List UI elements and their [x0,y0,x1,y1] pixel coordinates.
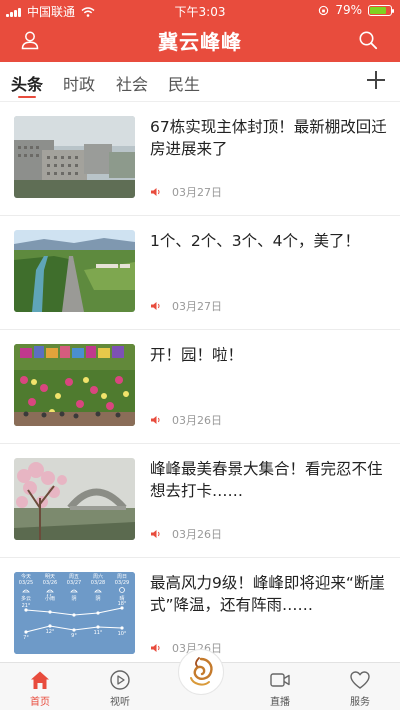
wx-high: 18° [118,601,127,607]
wx-day: 今天 [21,573,31,580]
news-item[interactable]: 开！园！啦！ 03月26日 [0,330,400,444]
search-icon[interactable] [358,30,378,50]
news-list: 67栋实现主体封顶！最新棚改回迁房进展来了 03月27日 1个、2个、3个、4个… [0,102,400,662]
tab-livelihood[interactable]: 民生 [168,71,200,95]
app-logo-icon [190,657,213,686]
heart-icon [350,671,370,689]
battery-percent: 79% [335,3,362,17]
bottom-tab-bar: 首页 视听 直播 服务 [0,649,400,710]
play-circle-icon [110,670,130,690]
news-item[interactable]: 峰峰最美春景大集合！看完忍不住想去打卡…… 03月26日 [0,444,400,558]
wx-high: 21° [22,603,31,609]
bottom-tab-media[interactable]: 视听 [90,667,150,708]
active-tab-indicator [18,96,36,98]
news-date: 03月27日 [172,186,222,199]
news-thumbnail[interactable] [14,116,135,198]
news-thumbnail[interactable] [14,230,135,312]
center-logo-button[interactable] [178,649,224,695]
video-camera-icon [270,673,290,687]
speaker-icon[interactable] [150,415,162,425]
valley-road-image [14,230,135,312]
wx-condition: 多云 [21,595,31,602]
wx-day: 周六 [93,573,103,580]
news-meta: 03月27日 [150,184,222,200]
bottom-tab-label: 服务 [350,697,370,708]
news-item[interactable]: 今天 明天 周五 周六 周日 03/25 03/26 03/27 03/28 0… [0,558,400,662]
flower-garden-image [14,344,135,426]
battery-icon [368,4,394,16]
speaker-icon[interactable] [150,301,162,311]
status-bar: 中国联通 下午3:03 79% [0,0,400,22]
bottom-tab-live[interactable]: 直播 [250,667,310,708]
news-date: 03月26日 [172,528,222,541]
apartment-buildings-image [14,116,135,198]
news-meta: 03月26日 [150,526,222,542]
news-title[interactable]: 最高风力9级！峰峰即将迎来“断崖式”降温，还有阵雨…… [150,572,388,616]
wx-date: 03/25 [19,580,33,586]
news-item[interactable]: 67栋实现主体封顶！最新棚改回迁房进展来了 03月27日 [0,102,400,216]
orientation-lock-icon [319,5,329,15]
category-tabs: 头条 时政 社会 民生 [0,62,400,102]
news-title[interactable]: 峰峰最美春景大集合！看完忍不住想去打卡…… [150,458,388,502]
tab-society[interactable]: 社会 [116,71,148,95]
bottom-tab-label: 视听 [110,697,130,708]
news-thumbnail[interactable] [14,344,135,426]
bottom-tab-home[interactable]: 首页 [10,667,70,708]
top-bar: 中国联通 下午3:03 79% 冀云峰峰 [0,0,400,62]
speaker-icon[interactable] [150,187,162,197]
home-icon [31,671,49,689]
news-title[interactable]: 67栋实现主体封顶！最新棚改回迁房进展来了 [150,116,388,160]
news-thumbnail[interactable]: 今天 明天 周五 周六 周日 03/25 03/26 03/27 03/28 0… [14,572,135,654]
wx-condition: 阴 [95,595,100,602]
wx-date: 03/27 [67,580,81,586]
speaker-icon[interactable] [150,643,162,653]
bottom-tab-label: 首页 [30,697,50,708]
wx-condition: 阴 [71,595,76,602]
blossom-bridge-image [14,458,135,540]
speaker-icon[interactable] [150,529,162,539]
wx-date: 03/26 [43,580,57,586]
wx-date: 03/29 [115,580,129,586]
bottom-tab-label: 直播 [270,697,290,708]
wx-low: 7° [23,635,29,641]
tab-politics[interactable]: 时政 [63,71,95,95]
wx-low: 11° [94,630,103,636]
add-channel-icon[interactable] [364,68,388,92]
tab-headlines[interactable]: 头条 [11,71,43,95]
wx-low: 9° [71,633,77,639]
news-title[interactable]: 1个、2个、3个、4个，美了！ [150,230,388,252]
news-title[interactable]: 开！园！啦！ [150,344,388,366]
news-meta: 03月27日 [150,298,222,314]
wx-date: 03/28 [91,580,105,586]
wx-condition: 小雨 [45,595,55,602]
wx-low: 12° [46,629,55,635]
news-date: 03月27日 [172,300,222,313]
nav-bar: 冀云峰峰 [0,22,400,62]
news-date: 03月26日 [172,414,222,427]
news-meta: 03月26日 [150,412,222,428]
weather-forecast-image: 今天 明天 周五 周六 周日 03/25 03/26 03/27 03/28 0… [14,572,135,654]
news-thumbnail[interactable] [14,458,135,540]
wx-low: 10° [118,631,127,637]
news-item[interactable]: 1个、2个、3个、4个，美了！ 03月27日 [0,216,400,330]
app-title: 冀云峰峰 [158,30,242,54]
bottom-tab-services[interactable]: 服务 [330,667,390,708]
